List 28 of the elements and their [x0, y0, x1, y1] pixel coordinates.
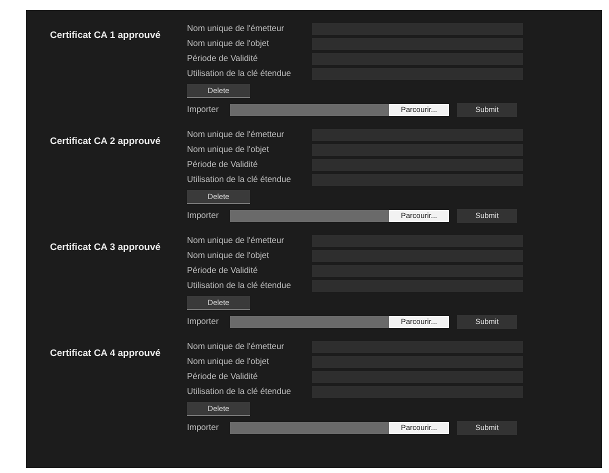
import-label: Importer — [187, 421, 220, 434]
file-path-field[interactable] — [230, 422, 389, 434]
file-path-field[interactable] — [230, 210, 389, 222]
field-label: Période de Validité — [187, 52, 259, 65]
field-label: Utilisation de la clé étendue — [187, 173, 292, 186]
field-label: Nom unique de l'objet — [187, 143, 270, 156]
import-label: Importer — [187, 209, 220, 222]
certificate-title: Certificat CA 2 approuvé — [50, 136, 161, 147]
field-label: Nom unique de l'émetteur — [187, 234, 286, 247]
certificate-title: Certificat CA 1 approuvé — [50, 30, 161, 41]
field-label: Nom unique de l'émetteur — [187, 22, 286, 35]
import-label: Importer — [187, 103, 220, 116]
certificate-title: Certificat CA 3 approuvé — [50, 242, 161, 253]
field-label: Nom unique de l'objet — [187, 249, 270, 262]
field-label: Nom unique de l'objet — [187, 37, 270, 50]
field-label: Nom unique de l'émetteur — [187, 340, 286, 353]
file-path-field[interactable] — [230, 316, 389, 328]
field-label: Utilisation de la clé étendue — [187, 385, 292, 398]
field-label: Utilisation de la clé étendue — [187, 67, 292, 80]
field-label: Période de Validité — [187, 158, 259, 171]
field-label: Période de Validité — [187, 264, 259, 277]
field-label: Nom unique de l'émetteur — [187, 128, 286, 141]
import-label: Importer — [187, 315, 220, 328]
field-label: Nom unique de l'objet — [187, 355, 270, 368]
certificate-title: Certificat CA 4 approuvé — [50, 348, 161, 359]
file-path-field[interactable] — [230, 104, 389, 116]
field-label: Période de Validité — [187, 370, 259, 383]
field-label: Utilisation de la clé étendue — [187, 279, 292, 292]
